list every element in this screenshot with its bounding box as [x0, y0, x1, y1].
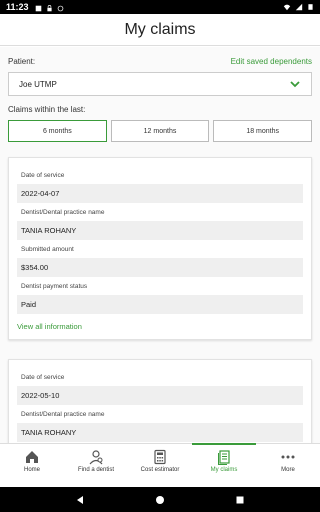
lock-icon	[46, 4, 53, 11]
recents-icon[interactable]	[235, 495, 245, 505]
system-nav-bar	[0, 487, 320, 512]
view-all-information-link[interactable]: View all information	[17, 322, 303, 331]
home-icon	[26, 451, 38, 463]
period-6-months[interactable]: 6 months	[8, 120, 107, 142]
page-title: My claims	[124, 20, 196, 38]
home-circle-icon[interactable]	[155, 495, 165, 505]
notification-icon	[35, 4, 42, 11]
calculator-icon	[154, 449, 166, 465]
battery-icon	[308, 4, 313, 10]
submitted-amount-value: $354.00	[17, 258, 303, 277]
patient-selected-value: Joe UTMP	[19, 79, 57, 89]
date-of-service-value: 2022-04-07	[17, 184, 303, 203]
nav-cost-estimator-label: Cost estimator	[140, 467, 180, 473]
nav-home-label: Home	[23, 467, 40, 473]
nav-find-dentist[interactable]: Find a dentist	[64, 444, 128, 487]
nav-home[interactable]: Home	[0, 444, 64, 487]
sync-icon	[57, 4, 64, 11]
nav-find-dentist-label: Find a dentist	[77, 467, 115, 473]
claims-within-label: Claims within the last:	[8, 105, 86, 114]
dentist-name-label: Dentist/Dental practice name	[21, 411, 105, 418]
back-icon[interactable]	[75, 495, 85, 505]
patient-dropdown[interactable]: Joe UTMP	[8, 72, 312, 96]
edit-dependents-link[interactable]: Edit saved dependents	[231, 57, 312, 66]
date-of-service-label: Date of service	[21, 374, 65, 381]
status-right	[283, 3, 314, 11]
payment-status-label: Dentist payment status	[21, 283, 88, 290]
claim-card: Date of service 2022-04-07 Dentist/Denta…	[8, 157, 312, 340]
patient-label: Patient:	[8, 57, 36, 66]
dentist-name-value: TANIA ROHANY	[17, 423, 303, 442]
nav-more[interactable]: More	[256, 444, 320, 487]
app-header: My claims	[0, 14, 320, 46]
payment-status-value: Paid	[17, 295, 303, 314]
submitted-amount-label: Submitted amount	[21, 246, 74, 253]
nav-my-claims[interactable]: My claims	[192, 443, 256, 487]
status-time: 11:23	[6, 2, 29, 12]
dentist-name-value: TANIA ROHANY	[17, 221, 303, 240]
dentist-name-label: Dentist/Dental practice name	[21, 209, 105, 216]
period-18-months[interactable]: 18 months	[213, 120, 313, 142]
bottom-nav: Home Find a dentist Cost estimator My cl…	[0, 443, 320, 487]
find-dentist-icon	[89, 450, 103, 465]
signal-icon	[295, 3, 303, 11]
nav-more-label: More	[281, 467, 295, 473]
claims-icon	[218, 450, 230, 465]
date-of-service-value: 2022-05-10	[17, 386, 303, 405]
main-content[interactable]: Patient: Edit saved dependents Joe UTMP …	[0, 47, 320, 443]
date-of-service-label: Date of service	[21, 172, 65, 179]
status-bar: 11:23	[0, 0, 320, 14]
wifi-icon	[283, 4, 291, 11]
period-12-months[interactable]: 12 months	[110, 120, 210, 142]
claim-card: Date of service 2022-05-10 Dentist/Denta…	[8, 359, 312, 443]
more-icon	[281, 455, 295, 459]
nav-my-claims-label: My claims	[210, 467, 238, 473]
nav-cost-estimator[interactable]: Cost estimator	[128, 444, 192, 487]
patient-row: Patient: Edit saved dependents	[8, 57, 312, 66]
claims-period-selector: 6 months 12 months 18 months	[8, 120, 313, 142]
chevron-down-icon	[290, 81, 300, 88]
